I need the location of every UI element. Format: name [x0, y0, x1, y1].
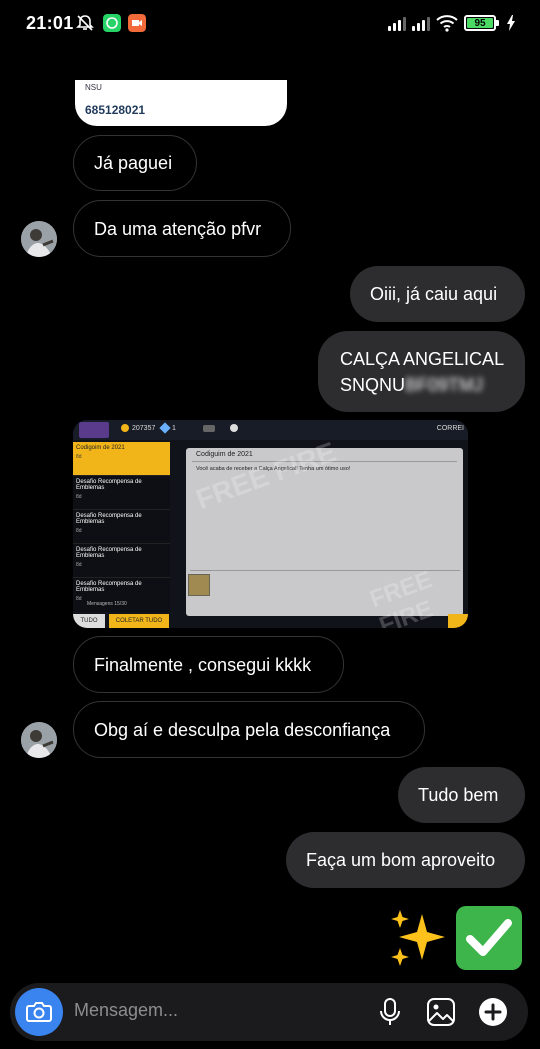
avatar[interactable] — [21, 722, 57, 758]
mail-item: Codigoim de 2021 8d — [73, 442, 170, 476]
video-app-icon — [128, 14, 146, 32]
mail-list: Codigoim de 2021 8d Desafio Recompensa de… — [73, 442, 170, 612]
check-mark-button-emoji[interactable] — [456, 906, 522, 970]
message-composer: Mensagem... — [10, 983, 528, 1041]
message-text: Obg aí e desculpa pela desconfiança — [94, 719, 391, 740]
microphone-icon — [380, 998, 400, 1025]
code-visible: SNQNU — [340, 374, 406, 395]
message-outgoing[interactable]: Faça um bom aproveito — [286, 832, 525, 888]
battery-icon: 95 — [464, 15, 499, 31]
gallery-button[interactable] — [425, 996, 457, 1028]
message-text: Faça um bom aproveito — [306, 850, 496, 870]
message-input[interactable]: Mensagem... — [74, 1000, 178, 1021]
game-topbar: 207357 1 CORREI — [73, 420, 468, 440]
action-button — [448, 614, 468, 628]
microphone-button[interactable] — [374, 996, 406, 1028]
wifi-icon — [436, 15, 458, 32]
reward-item-icon — [188, 574, 210, 596]
signal-icon — [388, 15, 406, 31]
status-bar: 21:01 95 — [0, 0, 540, 48]
gallery-icon — [427, 998, 455, 1026]
mail-item: Desafio Recompensa de Emblemas 8d — [73, 544, 170, 578]
mail-item: Desafio Recompensa de Emblemas 8d — [73, 510, 170, 544]
mail-label: CORREI — [436, 425, 464, 432]
avatar[interactable] — [21, 221, 57, 257]
message-incoming[interactable]: Obg aí e desculpa pela desconfiança — [73, 701, 425, 758]
message-incoming[interactable]: Finalmente , consegui kkkk — [73, 636, 344, 693]
message-text: Já paguei — [94, 153, 173, 173]
status-time: 21:01 — [26, 13, 74, 33]
message-outgoing[interactable]: CALÇA ANGELICAL SNQNUBF09TMJ — [318, 331, 525, 412]
signal-icon — [412, 15, 430, 31]
diamonds-count: 1 — [172, 425, 176, 432]
coins-count: 207357 — [132, 425, 156, 432]
mail-item: Desafio Recompensa de Emblemas 8d — [73, 476, 170, 510]
nsu-number: 685128021 — [85, 103, 146, 117]
camera-icon — [26, 1002, 52, 1022]
message-incoming[interactable]: Já paguei — [73, 135, 197, 191]
message-line: SNQNUBF09TMJ — [340, 372, 483, 398]
add-button[interactable] — [477, 996, 509, 1028]
sparkles-emoji[interactable] — [386, 906, 450, 970]
message-line: CALÇA ANGELICAL — [340, 348, 505, 369]
nsu-card[interactable]: NSU 685128021 — [75, 80, 287, 126]
message-outgoing[interactable]: Tudo bem — [398, 767, 525, 823]
shared-image[interactable]: 207357 1 CORREI Codigoim de 2021 8d Desaf… — [73, 420, 468, 628]
message-text: Tudo bem — [418, 785, 499, 805]
message-incoming[interactable]: Da uma atenção pfvr — [73, 200, 291, 257]
charging-icon — [507, 15, 515, 31]
messages-count: Mensagens 15/30 — [87, 601, 127, 607]
message-outgoing[interactable]: Oiii, já caiu aqui — [350, 266, 525, 322]
message-text: Finalmente , consegui kkkk — [94, 654, 312, 675]
add-icon — [479, 998, 507, 1026]
collect-all-button: TUDO — [73, 614, 105, 628]
battery-level: 95 — [467, 18, 493, 29]
camera-button[interactable] — [15, 988, 63, 1036]
nsu-label: NSU — [85, 83, 102, 92]
message-text: Oiii, já caiu aqui — [370, 284, 498, 304]
code-blurred: BF09TMJ — [405, 374, 484, 395]
message-text: Da uma atenção pfvr — [94, 218, 262, 239]
whatsapp-icon — [103, 14, 121, 32]
collect-button: COLETAR TUDO — [109, 614, 169, 628]
mute-bell-icon — [76, 15, 94, 31]
